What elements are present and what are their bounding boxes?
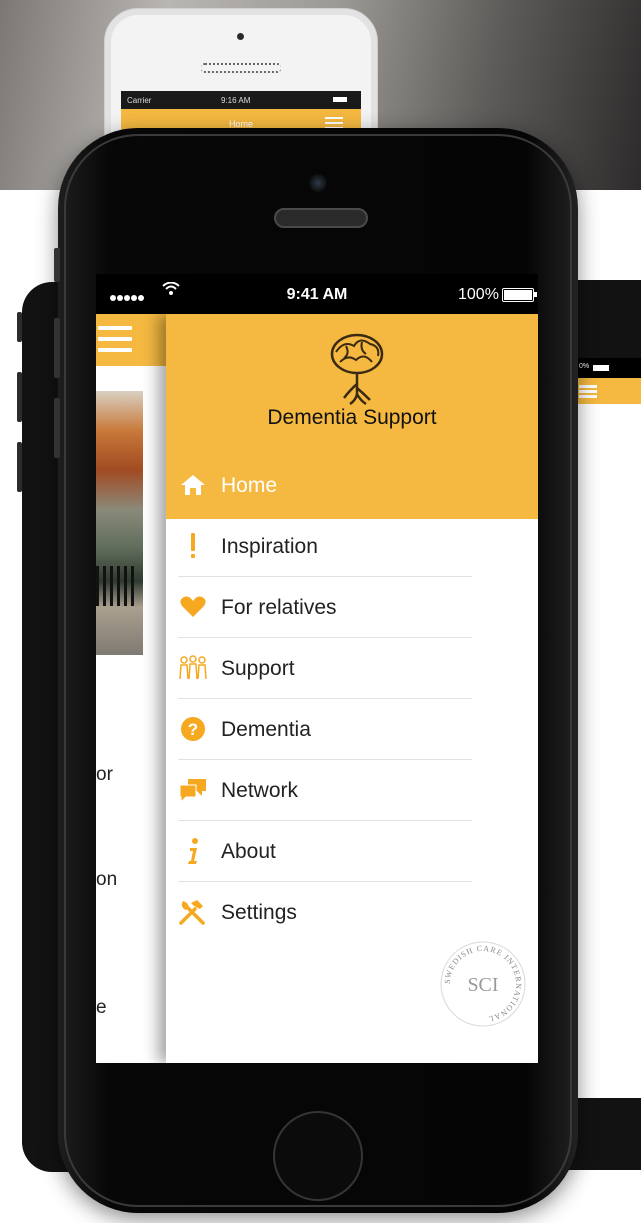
svg-text:?: ? <box>188 720 198 739</box>
exclamation-icon <box>178 532 208 560</box>
content-text-fragment: e <box>96 997 107 1018</box>
tools-icon <box>178 898 208 926</box>
front-camera-icon <box>309 174 327 192</box>
carrier-label: Carrier <box>127 96 152 105</box>
battery-icon <box>333 97 347 102</box>
speaker-grille <box>201 63 281 73</box>
status-bar: 9:41 AM 100% <box>96 274 538 314</box>
battery-percent: 0% <box>579 363 590 370</box>
volume-up-button <box>54 318 60 378</box>
right-phone-header <box>575 378 641 404</box>
menu-item-label: Settings <box>221 901 297 924</box>
autumn-park-photo <box>96 391 143 655</box>
menu-item-home[interactable]: Home <box>166 455 538 516</box>
volume-down-button <box>17 442 22 492</box>
hamburger-menu-button[interactable] <box>98 326 132 354</box>
battery-icon <box>593 365 609 371</box>
camera-icon <box>237 33 244 40</box>
info-icon <box>178 837 208 865</box>
menu-item-label: Dementia <box>221 718 311 741</box>
content-header <box>96 314 166 366</box>
chat-icon <box>178 776 208 804</box>
menu-item-label: Support <box>221 657 295 680</box>
content-text-fragment: on <box>96 869 118 890</box>
menu-item-label: For relatives <box>221 596 337 619</box>
main-phone: 9:41 AM 100% or on e Dementia Support Ho… <box>54 128 578 1213</box>
menu-item-dementia[interactable]: ? Dementia <box>166 699 538 760</box>
app-title: Dementia Support <box>267 406 437 429</box>
navigation-drawer: Dementia Support Home Inspiration For re… <box>166 314 538 1063</box>
menu-item-label: Inspiration <box>221 535 318 558</box>
menu-item-settings[interactable]: Settings <box>166 882 538 943</box>
right-phone-status-bar: 0% <box>575 358 641 378</box>
mute-switch <box>54 248 60 282</box>
menu-item-for-relatives[interactable]: For relatives <box>166 577 538 638</box>
menu-item-label: Network <box>221 779 299 802</box>
right-phone-screen: 0% <box>575 358 641 1098</box>
logo-initials: SCI <box>467 974 498 996</box>
hamburger-icon <box>579 385 597 399</box>
volume-up-button <box>17 372 22 422</box>
sci-logo: SWEDISH CARE INTERNATIONAL SCI <box>438 939 528 1029</box>
menu-item-label: About <box>221 840 276 863</box>
fence-graphic <box>96 566 143 606</box>
main-content-pane[interactable]: or on e <box>96 314 166 1063</box>
volume-down-button <box>54 398 60 458</box>
battery-icon <box>502 288 537 302</box>
people-icon <box>178 654 208 682</box>
heart-icon <box>178 593 208 621</box>
menu-item-network[interactable]: Network <box>166 760 538 821</box>
battery-percent: 100% <box>458 286 499 303</box>
mute-switch <box>17 312 22 342</box>
background-phone-status-bar: Carrier 9:16 AM <box>121 91 361 109</box>
status-time: 9:16 AM <box>221 96 251 105</box>
home-icon <box>178 471 208 499</box>
brain-tree-logo-icon <box>326 332 388 406</box>
menu-item-inspiration[interactable]: Inspiration <box>166 516 538 577</box>
phone-screen: 9:41 AM 100% or on e Dementia Support Ho… <box>96 274 538 1063</box>
home-button[interactable] <box>273 1111 363 1201</box>
menu-item-about[interactable]: About <box>166 821 538 882</box>
earpiece-speaker <box>274 208 368 228</box>
menu-item-label: Home <box>221 474 278 497</box>
menu-item-support[interactable]: Support <box>166 638 538 699</box>
content-text-fragment: or <box>96 764 113 785</box>
question-icon: ? <box>178 715 208 743</box>
